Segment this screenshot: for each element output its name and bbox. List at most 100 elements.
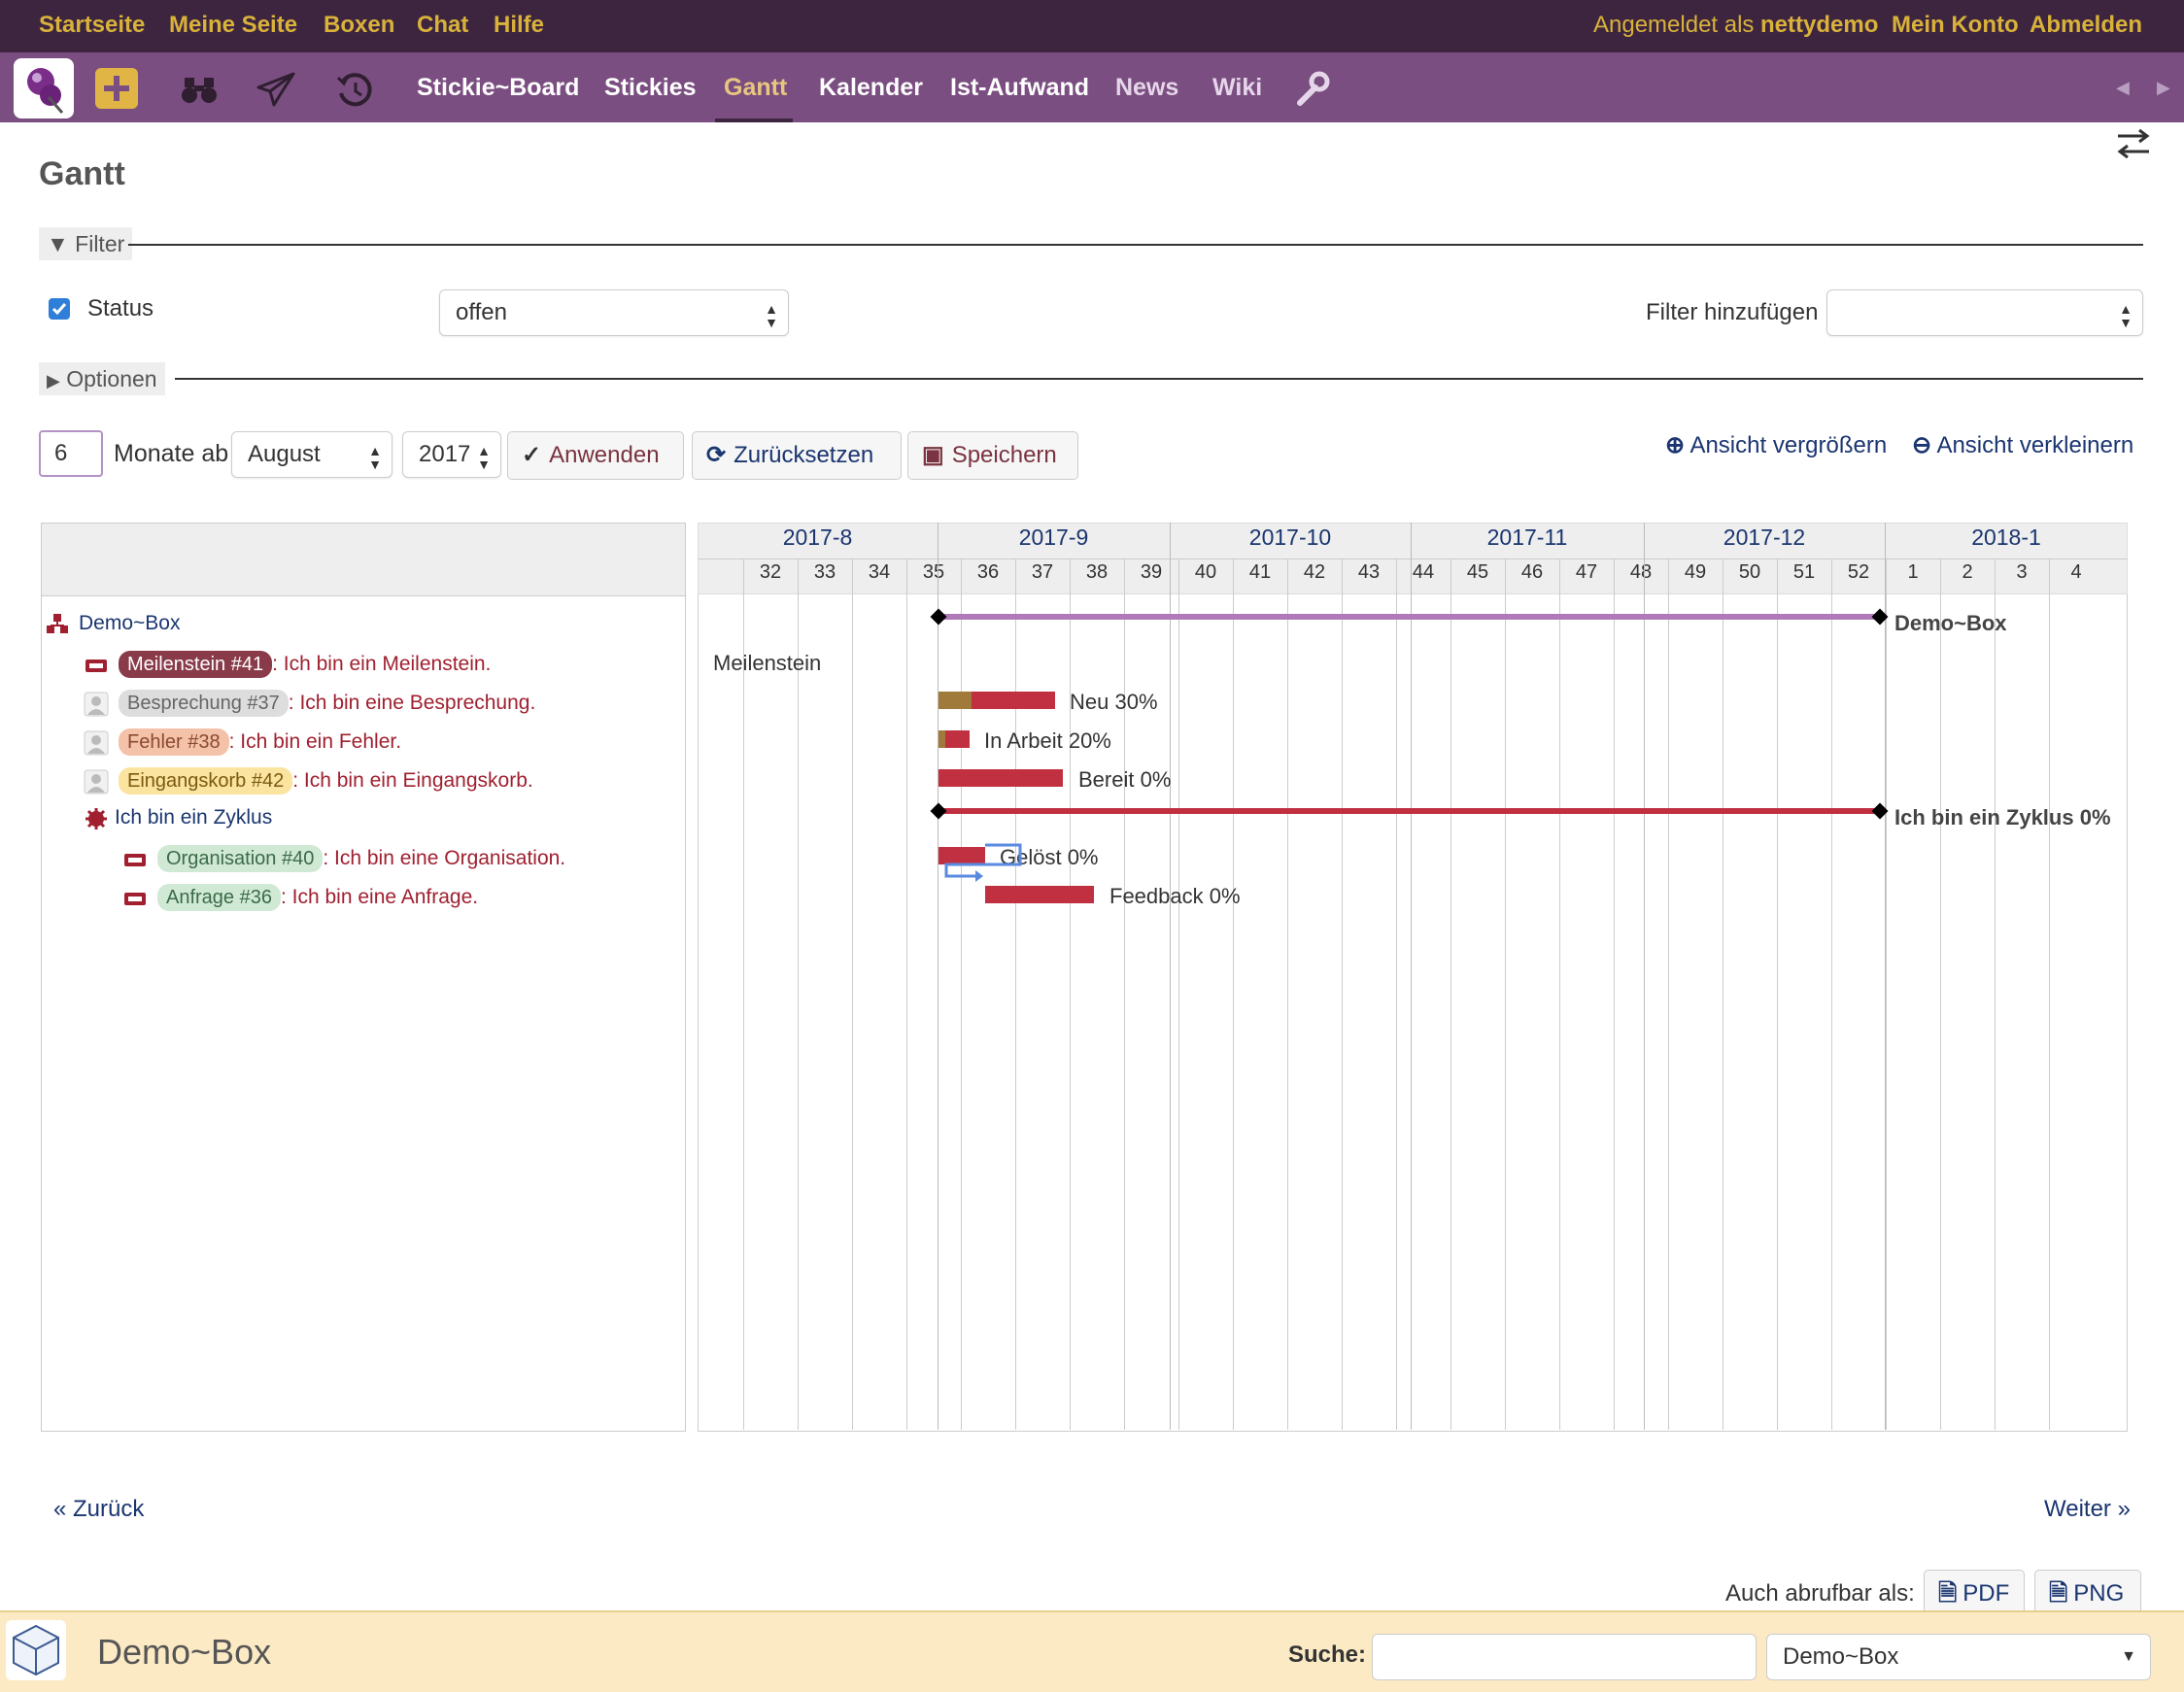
- apply-button[interactable]: ✓ Anwenden: [507, 431, 684, 480]
- month-label: 2017-9: [1018, 525, 1089, 550]
- issue-row[interactable]: Besprechung #37: Ich bin eine Besprechun…: [119, 690, 535, 717]
- user-avatar-icon: [84, 692, 109, 717]
- week-divider: [1015, 559, 1016, 594]
- box-logo-icon: [6, 1620, 66, 1680]
- save-label: Speichern: [951, 442, 1057, 468]
- prev-link[interactable]: « Zurück: [53, 1496, 144, 1523]
- issue-row[interactable]: Eingangskorb #42: Ich bin ein Eingangsko…: [119, 767, 533, 795]
- week-gridline: [1233, 594, 1234, 1430]
- paper-plane-icon[interactable]: [255, 70, 297, 109]
- week-divider: [1614, 559, 1615, 594]
- issue-badge[interactable]: Besprechung #37: [119, 690, 289, 717]
- top-menu-bar: Startseite Meine Seite Boxen Chat Hilfe …: [0, 0, 2184, 52]
- nav-link-meine-seite[interactable]: Meine Seite: [169, 12, 297, 39]
- my-account-link[interactable]: Mein Konto: [1892, 12, 2019, 39]
- toggle-sidebar-icon[interactable]: [2114, 126, 2153, 161]
- nav-link-startseite[interactable]: Startseite: [39, 12, 145, 39]
- zoom-in-link[interactable]: ⊕ Ansicht vergrößern: [1665, 431, 1887, 459]
- tab-stickie-board[interactable]: Stickie~Board: [417, 74, 579, 102]
- issue-subject[interactable]: : Ich bin ein Eingangskorb.: [292, 769, 533, 792]
- binoculars-icon[interactable]: [179, 70, 220, 109]
- scroll-left-icon[interactable]: ◀: [2116, 78, 2130, 98]
- search-input[interactable]: [1372, 1634, 1757, 1680]
- issue-row[interactable]: Anfrage #36: Ich bin eine Anfrage.: [157, 884, 478, 911]
- export-png-button[interactable]: 🗎 PNG: [2034, 1570, 2141, 1616]
- version-link[interactable]: Ich bin ein Zyklus: [115, 806, 272, 829]
- project-link[interactable]: Demo~Box: [79, 612, 180, 635]
- issue-row[interactable]: Fehler #38: Ich bin ein Fehler.: [119, 728, 401, 756]
- month-select[interactable]: August ▲ ▼: [231, 431, 392, 478]
- checkmark-icon: ✓: [522, 442, 542, 468]
- month-divider: [1885, 523, 1886, 1430]
- active-tab-indicator: [715, 118, 793, 122]
- week-label: 43: [1357, 561, 1381, 583]
- issue-subject[interactable]: : Ich bin eine Besprechung.: [289, 692, 536, 714]
- tab-ist-aufwand[interactable]: Ist-Aufwand: [950, 74, 1089, 102]
- bar-eingangskorb: [938, 769, 1063, 787]
- issue-row[interactable]: Organisation #40: Ich bin eine Organisat…: [157, 845, 565, 872]
- issue-subject[interactable]: : Ich bin eine Organisation.: [323, 847, 565, 869]
- months-label: Monate ab: [114, 440, 229, 467]
- save-button[interactable]: ▣ Speichern: [907, 431, 1078, 480]
- issue-badge[interactable]: Organisation #40: [157, 845, 324, 872]
- week-label: 48: [1629, 561, 1653, 583]
- tab-news[interactable]: News: [1115, 74, 1178, 102]
- bar-besprechung-progress: [938, 692, 972, 709]
- issue-row[interactable]: Meilenstein #41: Ich bin ein Meilenstein…: [119, 651, 491, 678]
- zoom-out-link[interactable]: ⊖ Ansicht verkleinern: [1912, 431, 2133, 459]
- reset-button[interactable]: ⟳ Zurücksetzen: [692, 431, 902, 480]
- username-link[interactable]: nettydemo: [1760, 12, 1878, 39]
- week-divider: [1668, 559, 1669, 594]
- issue-subject[interactable]: : Ich bin ein Fehler.: [229, 730, 401, 753]
- week-label: 4: [2070, 561, 2082, 583]
- export-pdf-label: PDF: [1962, 1580, 2010, 1607]
- logout-link[interactable]: Abmelden: [2030, 12, 2142, 39]
- tab-wiki[interactable]: Wiki: [1212, 74, 1262, 102]
- add-filter-select[interactable]: ▲ ▼: [1826, 289, 2143, 336]
- app-logo-icon[interactable]: [14, 58, 74, 118]
- week-label: 40: [1194, 561, 1217, 583]
- tab-stickies[interactable]: Stickies: [604, 74, 697, 102]
- export-pdf-button[interactable]: 🗎 PDF: [1924, 1570, 2025, 1616]
- issue-subject[interactable]: : Ich bin ein Meilenstein.: [272, 653, 491, 675]
- next-link[interactable]: Weiter »: [2044, 1496, 2131, 1523]
- week-label: 47: [1575, 561, 1598, 583]
- year-select[interactable]: 2017 ▲ ▼: [402, 431, 501, 478]
- add-icon[interactable]: [95, 68, 138, 109]
- week-divider: [1287, 559, 1288, 594]
- options-legend[interactable]: ▶ Optionen: [39, 362, 165, 395]
- issue-badge[interactable]: Anfrage #36: [157, 884, 281, 911]
- filter-legend[interactable]: ▼ Filter: [39, 227, 133, 260]
- status-label: Status: [87, 295, 154, 321]
- week-label: 41: [1248, 561, 1272, 583]
- nav-link-boxen[interactable]: Boxen: [324, 12, 394, 39]
- issue-subject[interactable]: : Ich bin eine Anfrage.: [281, 886, 478, 908]
- month-label: 2018-1: [1971, 525, 2041, 550]
- issue-badge[interactable]: Fehler #38: [119, 728, 229, 756]
- months-input[interactable]: 6: [39, 430, 103, 477]
- status-select[interactable]: offen ▲ ▼: [439, 289, 789, 336]
- week-gridline: [1668, 594, 1669, 1430]
- wrench-icon[interactable]: [1292, 68, 1333, 109]
- scroll-right-icon[interactable]: ▶: [2157, 78, 2170, 98]
- tab-gantt[interactable]: Gantt: [724, 74, 787, 102]
- issue-badge[interactable]: Meilenstein #41: [119, 651, 273, 678]
- week-gridline: [1777, 594, 1778, 1430]
- options-legend-label: Optionen: [66, 366, 157, 391]
- history-icon[interactable]: [334, 70, 375, 111]
- week-label: 36: [976, 561, 1000, 583]
- week-divider: [1940, 559, 1941, 594]
- week-label: 51: [1792, 561, 1816, 583]
- nav-link-chat[interactable]: Chat: [417, 12, 468, 39]
- week-gridline: [1015, 594, 1016, 1430]
- chevron-down-icon: ▼: [2121, 1648, 2136, 1665]
- project-bar: [938, 614, 1879, 620]
- status-checkbox[interactable]: [49, 298, 70, 320]
- tab-kalender[interactable]: Kalender: [819, 74, 923, 102]
- nav-link-hilfe[interactable]: Hilfe: [494, 12, 544, 39]
- search-scope-select[interactable]: Demo~Box ▼: [1766, 1634, 2151, 1680]
- week-label: 45: [1466, 561, 1489, 583]
- week-gridline: [1831, 594, 1832, 1430]
- issue-badge[interactable]: Eingangskorb #42: [119, 767, 293, 795]
- search-label: Suche:: [1288, 1641, 1367, 1668]
